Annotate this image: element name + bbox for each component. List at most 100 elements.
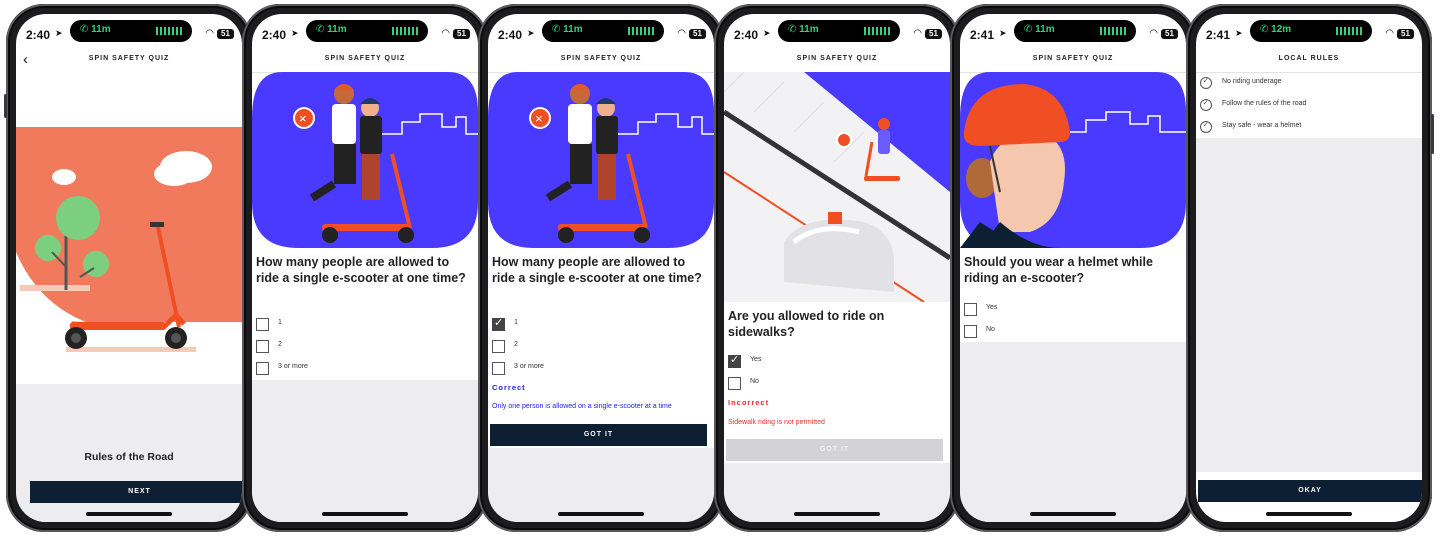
call-indicator: ✆ 11m [552, 24, 583, 35]
check-circle-icon [1200, 98, 1212, 111]
nav-bar: SPIN SAFETY QUIZ [252, 50, 478, 73]
sidewalk-illustration [724, 72, 950, 302]
option-row[interactable]: 1 [492, 316, 592, 332]
lower-panel [252, 380, 478, 522]
option-checkbox[interactable] [492, 362, 505, 375]
audio-wave-icon [156, 27, 182, 35]
phone-frame-6: 2:41 ➤ ✆ 12m ◠ 51 LOCAL RULES No riding … [1186, 4, 1434, 532]
home-indicator [1266, 512, 1352, 516]
option-checkbox-checked[interactable] [492, 316, 505, 331]
option-checkbox[interactable] [256, 318, 269, 331]
option-row[interactable]: No [728, 377, 828, 391]
call-indicator: ✆ 12m [1260, 24, 1292, 35]
home-indicator [86, 512, 172, 516]
home-indicator [1030, 512, 1116, 516]
status-time: 2:40 [498, 28, 523, 42]
lower-panel [488, 448, 714, 522]
rule-item: Stay safe - wear a helmet [1200, 120, 1400, 135]
battery-indicator: 51 [1161, 29, 1178, 39]
svg-text:×: × [535, 111, 543, 126]
status-time: 2:40 [262, 28, 287, 42]
quiz-question: Are you allowed to ride on sidewalks? [728, 309, 885, 339]
call-indicator: ✆ 11m [80, 24, 111, 35]
call-indicator: ✆ 11m [316, 24, 347, 35]
wifi-icon: ◠ [205, 28, 214, 39]
option-checkbox[interactable] [728, 377, 741, 390]
option-row[interactable]: 3 or more [256, 362, 356, 376]
next-button[interactable]: NEXT [30, 481, 242, 503]
quiz-question: How many people are allowed to ride a si… [256, 255, 466, 285]
audio-wave-icon [864, 27, 890, 35]
wifi-icon: ◠ [677, 28, 686, 39]
option-row[interactable]: 3 or more [492, 362, 592, 376]
check-circle-icon [1200, 120, 1212, 133]
got-it-button[interactable]: GOT IT [490, 424, 707, 446]
location-icon: ➤ [763, 28, 771, 38]
battery-indicator: 51 [453, 29, 470, 39]
option-row[interactable]: 2 [256, 340, 356, 354]
rule-item: No riding underage [1200, 76, 1400, 91]
status-bar: 2:41 ➤ ✆ 12m ◠ 51 [1196, 14, 1422, 50]
status-time: 2:40 [26, 28, 51, 42]
lower-panel [960, 342, 1186, 522]
wifi-icon: ◠ [441, 28, 450, 39]
option-row[interactable]: Yes [964, 303, 1064, 317]
battery-indicator: 51 [217, 29, 234, 39]
quiz-question: How many people are allowed to ride a si… [492, 255, 702, 285]
status-time: 2:41 [1206, 28, 1231, 42]
call-duration: 12m [1271, 24, 1292, 35]
option-row[interactable]: Yes [728, 353, 828, 369]
call-indicator: ✆ 11m [1024, 24, 1055, 35]
location-icon: ➤ [999, 28, 1007, 38]
nav-title: SPIN SAFETY QUIZ [1032, 55, 1114, 62]
status-bar: 2:40 ➤ ✆ 11m ◠ 51 [16, 14, 242, 50]
quiz-question: Should you wear a helmet while riding an… [964, 255, 1153, 285]
call-indicator: ✆ 11m [788, 24, 819, 35]
screen-quiz-helmet: 2:41 ➤ ✆ 11m ◠ 51 SPIN SAFETY QUIZ Shoul… [960, 14, 1186, 522]
screen-local-rules: 2:41 ➤ ✆ 12m ◠ 51 LOCAL RULES No riding … [1196, 14, 1422, 522]
option-label: 1 [514, 319, 518, 326]
option-checkbox-checked[interactable] [728, 353, 741, 368]
location-icon: ➤ [291, 28, 299, 38]
audio-wave-icon [1336, 27, 1362, 35]
option-row[interactable]: 2 [492, 340, 592, 354]
option-label: 3 or more [278, 363, 308, 370]
status-bar: 2:41 ➤ ✆ 11m ◠ 51 [960, 14, 1186, 50]
dynamic-island: ✆ 12m [1250, 20, 1372, 42]
option-label: No [750, 378, 759, 385]
audio-wave-icon [1100, 27, 1126, 35]
option-row[interactable]: No [964, 325, 1064, 339]
option-checkbox[interactable] [492, 340, 505, 353]
screen-quiz-sidewalk: 2:40 ➤ ✆ 11m ◠ 51 SPIN SAFETY QUIZ Are y… [724, 14, 950, 522]
option-label: 1 [278, 319, 282, 326]
wifi-icon: ◠ [1385, 28, 1394, 39]
nav-bar: SPIN SAFETY QUIZ [724, 50, 950, 73]
got-it-button-disabled[interactable]: GOT IT [726, 439, 943, 461]
scooter-illustration [16, 72, 242, 392]
feedback-title: Incorrect [728, 398, 770, 407]
option-label: 2 [514, 341, 518, 348]
dynamic-island: ✆ 11m [306, 20, 428, 42]
option-checkbox[interactable] [964, 325, 977, 338]
option-checkbox[interactable] [256, 340, 269, 353]
okay-button[interactable]: OKAY [1198, 480, 1422, 502]
rule-label: Stay safe - wear a helmet [1222, 122, 1302, 129]
home-indicator [794, 512, 880, 516]
lower-panel [1196, 138, 1422, 472]
rule-item: Follow the rules of the road [1200, 98, 1400, 113]
option-checkbox[interactable] [256, 362, 269, 375]
audio-wave-icon [628, 27, 654, 35]
option-checkbox[interactable] [964, 303, 977, 316]
screen-rules-intro: 2:40 ➤ ✆ 11m ◠ 51 ‹ SPIN SAFETY QUIZ Rul… [16, 14, 242, 522]
screen-quiz-riders-correct: 2:40 ➤ ✆ 11m ◠ 51 SPIN SAFETY QUIZ × How… [488, 14, 714, 522]
nav-bar: SPIN SAFETY QUIZ [488, 50, 714, 73]
nav-bar: ‹ SPIN SAFETY QUIZ [16, 50, 242, 73]
option-row[interactable]: 1 [256, 318, 356, 332]
status-bar: 2:40 ➤ ✆ 11m ◠ 51 [724, 14, 950, 50]
phone-frame-5: 2:41 ➤ ✆ 11m ◠ 51 SPIN SAFETY QUIZ Shoul… [950, 4, 1196, 532]
feedback-text: Only one person is allowed on a single e… [492, 403, 672, 410]
home-indicator [322, 512, 408, 516]
nav-title: SPIN SAFETY QUIZ [560, 55, 642, 62]
nav-bar: SPIN SAFETY QUIZ [960, 50, 1186, 73]
call-duration: 11m [563, 24, 583, 35]
